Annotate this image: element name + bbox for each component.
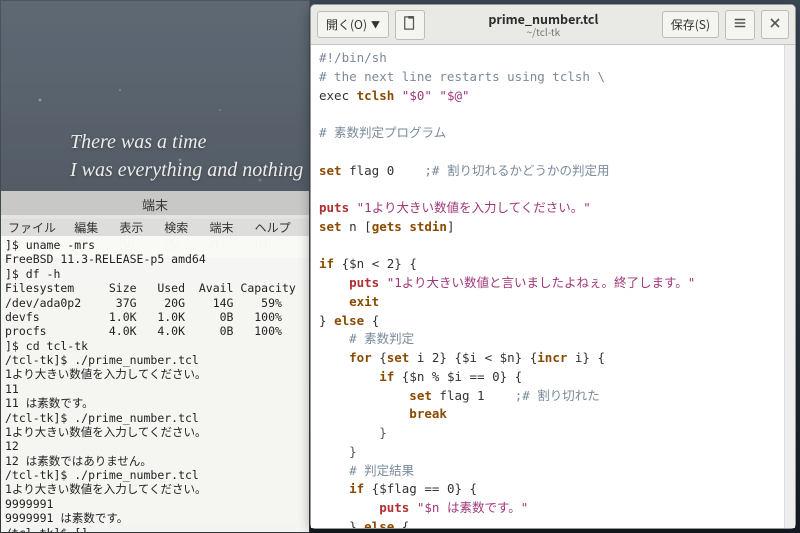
code-line: set flag 1 ;# 割り切れた xyxy=(319,388,600,403)
save-button[interactable]: 保存(S) xyxy=(662,11,719,38)
code-line: # 素数判定 xyxy=(319,331,414,346)
hamburger-menu-button[interactable] xyxy=(725,10,755,40)
code-line: puts "$n は素数です。" xyxy=(319,500,528,515)
open-button[interactable]: 開く(O) ▼ xyxy=(317,11,389,38)
code-line: exit xyxy=(319,294,379,309)
code-line: # 素数判定プログラム xyxy=(319,125,446,140)
code-line: break xyxy=(319,406,447,421)
code-line: set n [gets stdin] xyxy=(319,219,454,234)
code-line: for {set i 2} {$i < $n} {incr i} { xyxy=(319,350,605,365)
code-line: puts "1より大きい数値を入力してください。" xyxy=(319,200,591,215)
code-line: # 判定結果 xyxy=(319,463,414,478)
close-icon xyxy=(769,16,781,33)
code-line: } else { xyxy=(319,519,409,528)
close-button[interactable] xyxy=(761,10,789,39)
save-button-label: 保存(S) xyxy=(671,16,710,33)
code-line: } else { xyxy=(319,313,379,328)
editor-toolbar: 開く(O) ▼ prime_number.tcl ~/tcl-tk 保存(S) xyxy=(311,5,795,45)
new-document-button[interactable] xyxy=(395,10,425,40)
editor-code-area[interactable]: #!/bin/sh # the next line restarts using… xyxy=(311,45,784,528)
code-line: # the next line restarts using tclsh \ xyxy=(319,69,605,84)
hamburger-icon xyxy=(733,16,747,34)
code-line: } xyxy=(319,425,387,440)
terminal-window[interactable]: 端末 ファイル(F) 編集(E) 表示(V) 検索(S) 端末(T) ヘルプ(H… xyxy=(0,0,310,533)
code-line: puts "1より大きい数値と言いましたよねぇ。終了します。" xyxy=(319,275,695,290)
editor-scrollbar[interactable] xyxy=(784,45,795,528)
document-icon xyxy=(403,16,417,34)
editor-filepath: ~/tcl-tk xyxy=(431,26,656,38)
editor-title: prime_number.tcl ~/tcl-tk xyxy=(431,12,656,38)
code-line: if {$flag == 0} { xyxy=(319,481,477,496)
code-line: } xyxy=(319,444,357,459)
code-line: if {$n < 2} { xyxy=(319,256,417,271)
code-line: exec tclsh "$0" "$@" xyxy=(319,88,470,103)
code-line: set flag 0 ;# 割り切れるかどうかの判定用 xyxy=(319,163,609,178)
code-line: #!/bin/sh xyxy=(319,50,387,65)
terminal-title-text: 端末 xyxy=(142,195,168,214)
code-line: if {$n % $i == 0} { xyxy=(319,369,522,384)
open-button-label: 開く(O) xyxy=(326,16,367,33)
editor-window[interactable]: 開く(O) ▼ prime_number.tcl ~/tcl-tk 保存(S) … xyxy=(310,4,796,529)
terminal-output[interactable]: ]$ uname -mrs FreeBSD 11.3-RELEASE-p5 am… xyxy=(1,236,309,532)
chevron-down-icon: ▼ xyxy=(371,18,380,31)
